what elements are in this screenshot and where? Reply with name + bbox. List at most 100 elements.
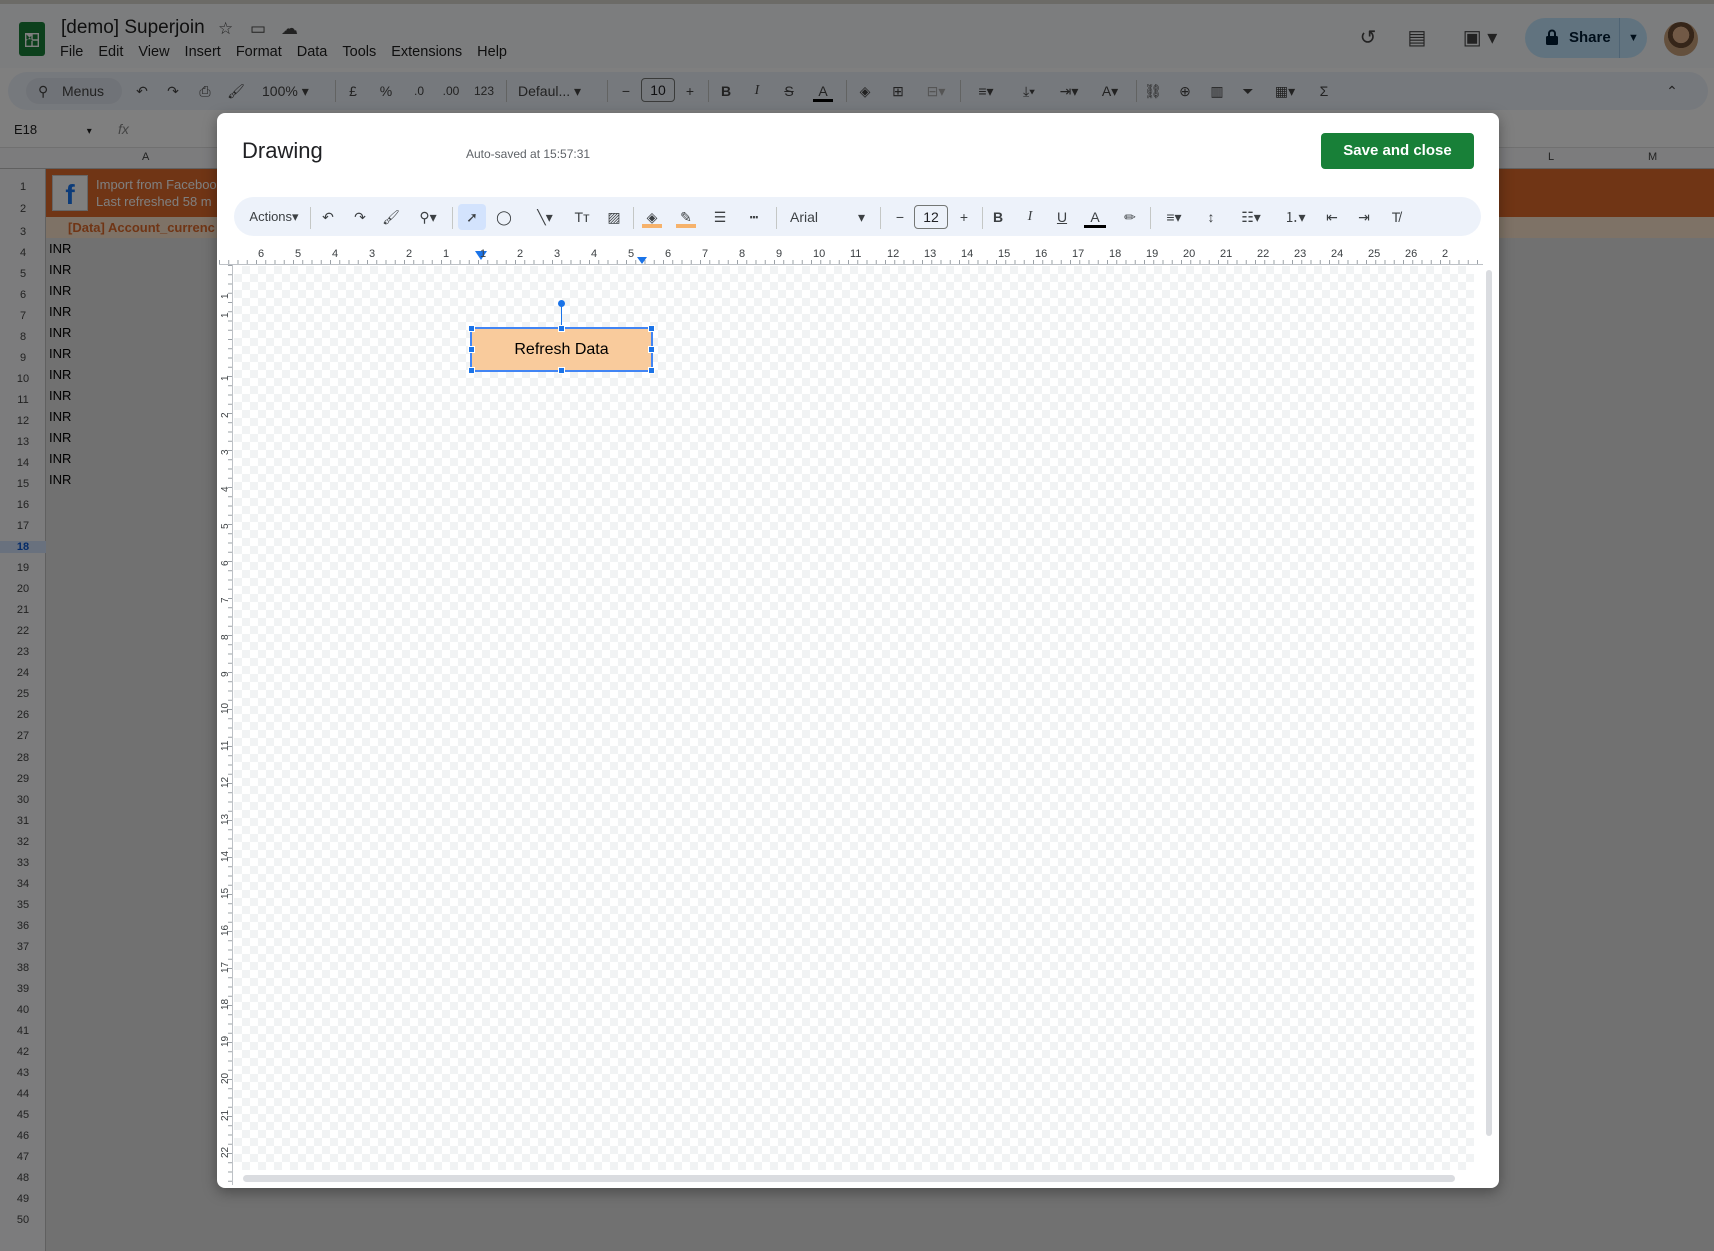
ruler-tick-label: 23 (1294, 248, 1307, 260)
ruler-tick-label: 8 (739, 248, 746, 260)
ruler-tick-label: 20 (220, 1072, 231, 1084)
ruler-tick-label: 14 (220, 850, 231, 862)
drawing-toolbar-divider (310, 207, 311, 229)
drawing-font-select[interactable]: Arial ▾ (790, 206, 870, 228)
ruler-tick-label: 14 (961, 248, 974, 260)
image-icon[interactable]: ▨ (604, 206, 624, 228)
increase-indent-icon[interactable]: ⇥ (1354, 206, 1374, 228)
autosave-status: Auto-saved at 15:57:31 (466, 147, 591, 161)
ruler-tick-label: 18 (1109, 248, 1122, 260)
actions-label: Actions (249, 209, 293, 224)
drawing-toolbar-divider (633, 207, 634, 229)
ruler-tick-label: 11 (220, 740, 231, 751)
selection-outline (470, 327, 653, 372)
vertical-ruler (219, 265, 233, 1185)
ruler-tick-label: 7 (702, 248, 709, 260)
ruler-tick-label: 3 (369, 248, 376, 260)
save-and-close-button[interactable]: Save and close (1321, 133, 1474, 169)
text-box-icon[interactable]: Tт (572, 206, 592, 228)
font-dropdown-icon: ▾ (858, 209, 866, 225)
drawing-decrease-size-icon[interactable]: − (892, 206, 908, 228)
vertical-scrollbar[interactable] (1486, 270, 1492, 1136)
ruler-tick-label: 12 (887, 248, 900, 260)
highlight-color-icon[interactable]: ✏ (1120, 206, 1140, 228)
ruler-tick-label: 3 (220, 449, 231, 455)
drawing-underline-icon[interactable]: U (1054, 206, 1070, 228)
drawing-increase-size-icon[interactable]: + (956, 206, 972, 228)
clear-formatting-icon[interactable]: T̸ (1386, 206, 1406, 228)
ruler-tick-label: 2 (1442, 248, 1449, 260)
resize-handle-top-left[interactable] (468, 325, 475, 332)
border-color-icon[interactable]: ✎ (676, 206, 696, 228)
line-icon[interactable]: ╲▾ (528, 206, 562, 228)
ruler-tick-label: 21 (1220, 248, 1233, 260)
zoom-icon[interactable]: ⚲▾ (412, 206, 444, 228)
ruler-tick-label: 1 (443, 248, 450, 260)
ruler-tick-label: 17 (220, 961, 231, 973)
drawing-toolbar-divider (452, 207, 453, 229)
drawing-bold-icon[interactable]: B (990, 206, 1006, 228)
ruler-tick-label: 15 (998, 248, 1011, 260)
ruler-tick-label: 26 (1405, 248, 1418, 260)
border-weight-icon[interactable]: ☰ (710, 206, 730, 228)
border-dash-icon[interactable]: ┅ (744, 206, 764, 228)
ruler-tick-label: 6 (220, 560, 231, 566)
ruler-tick-label: 15 (220, 887, 231, 899)
ruler-tick-label: 1 (220, 312, 231, 318)
ruler-tick-label: 8 (220, 634, 231, 640)
drawing-toolbar-divider (776, 207, 777, 229)
ruler-tick-label: 17 (1072, 248, 1085, 260)
ruler-tick-label: 10 (813, 248, 826, 260)
drawing-font-value: Arial (790, 209, 819, 225)
resize-handle-left[interactable] (468, 346, 475, 353)
line-spacing-icon[interactable]: ↕ (1201, 206, 1221, 228)
resize-handle-bottom-right[interactable] (648, 367, 655, 374)
shape-icon[interactable]: ◯ (494, 206, 514, 228)
ruler-tick-label: 21 (220, 1109, 231, 1121)
ruler-tick-label: 16 (1035, 248, 1048, 260)
rotation-handle[interactable] (558, 300, 565, 307)
ruler-tick-label: 22 (220, 1146, 231, 1158)
numbered-list-icon[interactable]: ⒈▾ (1278, 206, 1312, 228)
drawing-italic-icon[interactable]: I (1022, 206, 1038, 228)
ruler-tick-label: 2 (406, 248, 413, 260)
horizontal-scrollbar[interactable] (243, 1175, 1455, 1182)
ruler-tick-label: 1 (480, 248, 487, 260)
resize-handle-right[interactable] (648, 346, 655, 353)
drawing-font-size-input[interactable]: 12 (914, 205, 948, 229)
resize-handle-top-right[interactable] (648, 325, 655, 332)
drawing-title: Drawing (242, 138, 323, 163)
resize-handle-bottom-left[interactable] (468, 367, 475, 374)
ruler-tick-label: 5 (295, 248, 302, 260)
ruler-tick-label: 4 (332, 248, 339, 260)
ruler-tick-label: 16 (220, 924, 231, 936)
drawing-toolbar-divider (982, 207, 983, 229)
drawing-canvas[interactable] (234, 266, 1474, 1170)
ruler-tick-label: 1 (220, 375, 231, 381)
app-window: [demo] Superjoin ☆ ▭ ☁ FileEditViewInser… (0, 0, 1714, 1251)
ruler-tick-label: 11 (850, 248, 862, 260)
drawing-undo-icon[interactable]: ↶ (318, 206, 338, 228)
ruler-tick-label: 9 (776, 248, 783, 260)
ruler-tick-label: 4 (591, 248, 598, 260)
resize-handle-bottom[interactable] (558, 367, 565, 374)
actions-menu[interactable]: Actions▾ (246, 206, 302, 228)
resize-handle-top[interactable] (558, 325, 565, 332)
drawing-paint-format-icon[interactable]: 🖌 (381, 206, 401, 228)
drawing-redo-icon[interactable]: ↷ (350, 206, 370, 228)
fill-color-icon[interactable]: ◈ (642, 206, 662, 228)
ruler-tick-label: 19 (220, 1035, 231, 1047)
ruler-tick-label: 20 (1183, 248, 1196, 260)
ruler-tick-label: 24 (1331, 248, 1344, 260)
select-pointer-icon[interactable]: ➚ (462, 206, 482, 228)
drawing-text-color-icon[interactable]: A (1084, 206, 1106, 228)
ruler-tick-label: 19 (1146, 248, 1159, 260)
ruler-tick-label: 6 (665, 248, 672, 260)
drawing-align-icon[interactable]: ≡▾ (1157, 206, 1191, 228)
ruler-tick-label: 6 (258, 248, 265, 260)
decrease-indent-icon[interactable]: ⇤ (1322, 206, 1342, 228)
ruler-tick-label: 1 (220, 293, 231, 299)
ruler-tick-label: 12 (220, 776, 231, 788)
bulleted-list-icon[interactable]: ☷▾ (1234, 206, 1268, 228)
ruler-tick-label: 18 (220, 998, 231, 1010)
